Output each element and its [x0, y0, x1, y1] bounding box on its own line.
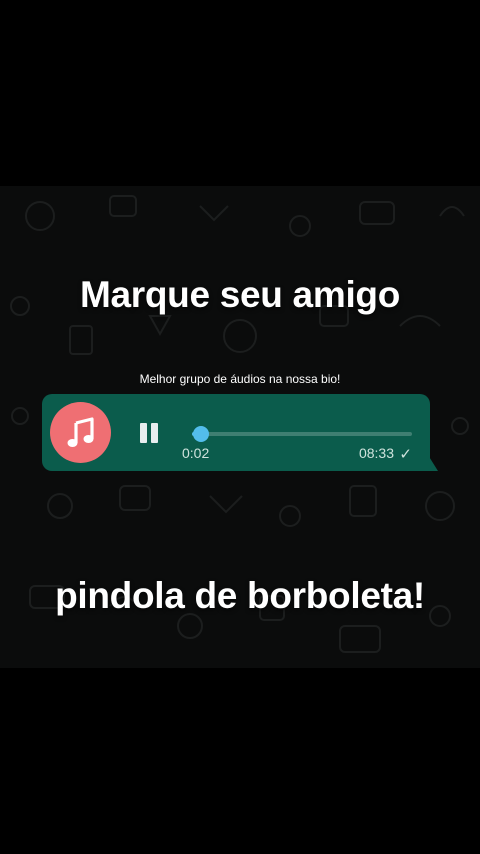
pause-icon-bar: [151, 423, 158, 443]
headline-bottom: pindola de borboleta!: [55, 575, 425, 616]
top-black-bar: [0, 0, 480, 186]
pause-button[interactable]: [138, 423, 162, 445]
audio-elapsed-time: 0:02: [182, 445, 210, 461]
bottom-black-bar: [0, 668, 480, 854]
audio-progress-knob[interactable]: [192, 426, 209, 442]
headline-top: Marque seu amigo: [79, 274, 401, 315]
audio-message-bubble: 0:02 08:33 ✓: [42, 394, 430, 471]
audio-avatar: [50, 402, 111, 463]
caption: Melhor grupo de áudios na nossa bio!: [139, 372, 341, 386]
pause-icon: [140, 423, 147, 443]
check-icon: ✓: [399, 446, 412, 463]
message-timestamp: 08:33: [358, 445, 394, 461]
music-note-icon: [67, 416, 94, 447]
audio-progress-track[interactable]: [192, 426, 412, 442]
